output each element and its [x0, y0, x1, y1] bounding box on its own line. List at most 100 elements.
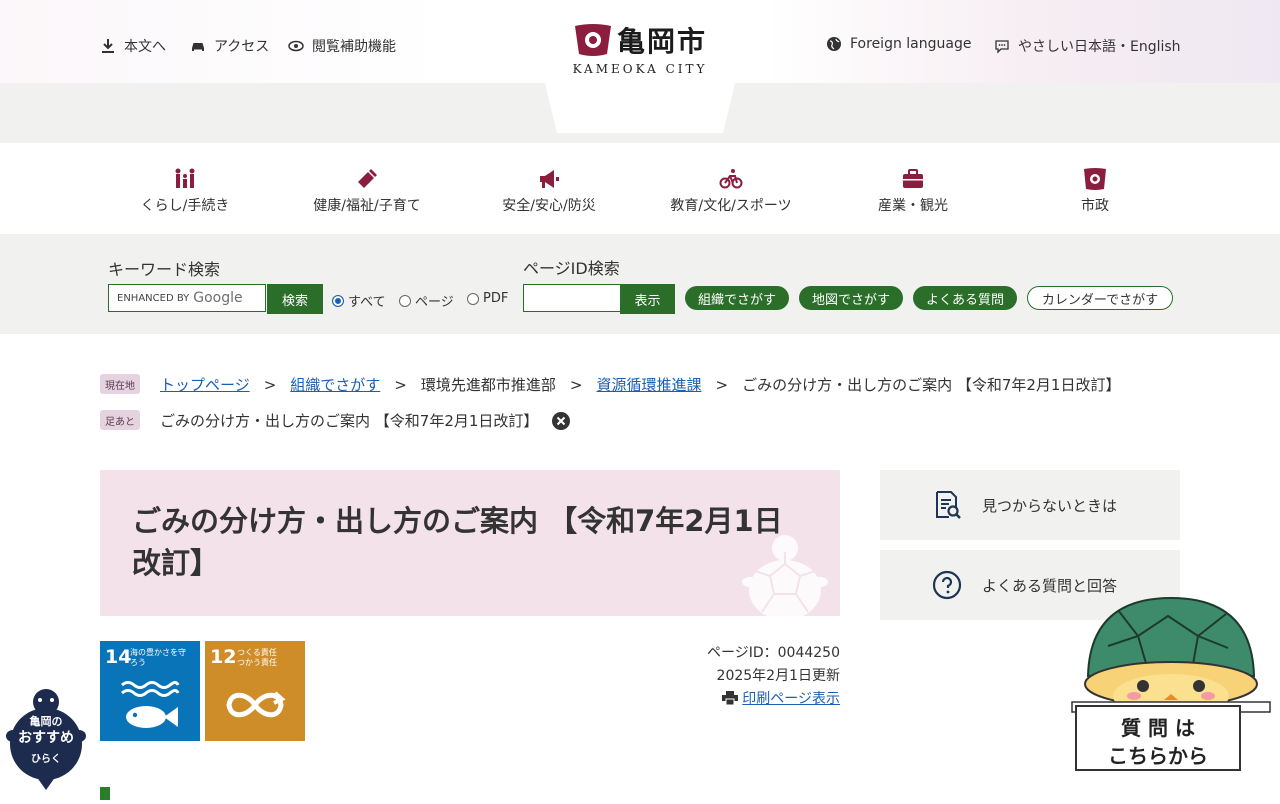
- family-icon: [175, 168, 195, 188]
- breadcrumb-separator: >: [394, 375, 407, 394]
- recommend-line2: おすすめ: [18, 730, 74, 746]
- nav-item-safety[interactable]: 安全/安心/防災: [459, 167, 639, 215]
- logo-kanji: 亀岡市: [616, 25, 707, 58]
- nav-item-education[interactable]: 教育/文化/スポーツ: [641, 167, 821, 215]
- pageid-search-label: ページID検索: [523, 259, 620, 278]
- document-search-icon: [936, 491, 961, 519]
- nav-label: 安全/安心/防災: [502, 198, 596, 214]
- radio-all[interactable]: すべて: [332, 291, 386, 310]
- page-title-box: ごみの分け方・出し方のご案内 【令和7年2月1日改訂】: [100, 470, 840, 616]
- breadcrumb-division[interactable]: 資源循環推進課: [596, 374, 701, 395]
- breadcrumb-top-page[interactable]: トップページ: [160, 374, 250, 395]
- radio-pdf[interactable]: PDF: [467, 291, 508, 306]
- breadcrumb-separator: >: [263, 375, 277, 394]
- city-emblem-icon: [574, 24, 611, 56]
- breadcrumb-department: 環境先進都市推進部: [420, 376, 556, 394]
- skip-to-content-link[interactable]: 本文へ: [100, 36, 166, 56]
- radio-page[interactable]: ページ: [399, 291, 454, 310]
- google-prefix: ENHANCED BY: [117, 292, 190, 304]
- main-nav: くらし/手続き 健康/福祉/子育て 安全/安心/防災 教育/文化/スポーツ 産業…: [0, 143, 1280, 234]
- question-line1: 質 問 は: [1121, 716, 1195, 740]
- recommend-line3: ひらく: [31, 754, 61, 765]
- pageid-input[interactable]: [523, 284, 621, 312]
- recommend-line1: 亀岡の: [29, 715, 63, 728]
- history-item: ごみの分け方・出し方のご案内 【令和7年2月1日改訂】: [160, 412, 539, 430]
- nav-label: 市政: [1081, 198, 1109, 214]
- eye-icon: [288, 40, 304, 52]
- radio-label: すべて: [348, 295, 386, 310]
- keyword-search-label: キーワード検索: [108, 260, 221, 279]
- close-icon[interactable]: [552, 411, 571, 430]
- not-found-button[interactable]: 見つからないときは: [880, 470, 1180, 540]
- sdg-14-badge: 14 海の豊かさを守ろう: [100, 641, 200, 741]
- globe-icon: [827, 37, 841, 51]
- radio-label: PDF: [483, 291, 509, 306]
- question-bubble-icon: [932, 570, 962, 600]
- breadcrumb: トップページ > 組織でさがす > 環境先進都市推進部 > 資源循環推進課 > …: [160, 374, 1120, 395]
- sdg-number: 14: [105, 646, 132, 668]
- recommend-widget[interactable]: 亀岡の おすすめ ひらく: [6, 688, 86, 790]
- sdg-12-badge: 12 つくる責任 つかう責任: [205, 641, 305, 741]
- car-icon: [192, 43, 204, 51]
- megaphone-icon: [540, 170, 559, 188]
- baby-bottle-icon: [358, 169, 377, 188]
- accessibility-link[interactable]: 閲覧補助機能: [288, 36, 396, 56]
- logo-subtitle: KAMEOKA CITY: [572, 62, 708, 76]
- faq-button[interactable]: よくある質問: [913, 286, 1017, 310]
- briefcase-icon: [903, 169, 923, 188]
- access-link[interactable]: アクセス: [190, 36, 269, 56]
- speech-bubble-icon: [995, 40, 1009, 54]
- nav-label: 産業・観光: [878, 198, 948, 214]
- printer-icon: [722, 691, 739, 705]
- search-button[interactable]: 検索: [267, 284, 323, 314]
- skip-label: 本文へ: [124, 39, 166, 55]
- current-location-tag: 現在地: [100, 374, 140, 394]
- not-found-label: 見つからないときは: [982, 496, 1118, 515]
- history-tag: 足あと: [100, 410, 140, 430]
- print-link[interactable]: 印刷ページ表示: [722, 688, 840, 708]
- question-line2: こちらから: [1108, 744, 1208, 768]
- nav-item-health[interactable]: 健康/福祉/子育て: [277, 167, 457, 215]
- nav-label: くらし/手続き: [140, 198, 230, 214]
- easy-japanese-label: やさしい日本語・English: [1018, 39, 1181, 55]
- question-widget[interactable]: 質 問 は こちらから: [1068, 596, 1274, 800]
- breadcrumb-current: ごみの分け方・出し方のご案内 【令和7年2月1日改訂】: [742, 376, 1121, 394]
- infinity-icon: [226, 691, 286, 718]
- fish-icon: [121, 681, 180, 728]
- city-emblem-icon: [1084, 168, 1106, 190]
- turtle-watermark-icon: [742, 535, 828, 616]
- history-trail: ごみの分け方・出し方のご案内 【令和7年2月1日改訂】: [160, 410, 571, 431]
- nav-item-industry[interactable]: 産業・観光: [823, 167, 1003, 215]
- search-area: キーワード検索 ENHANCED BY Google 検索 すべて ページ PD…: [0, 234, 1280, 334]
- breadcrumb-separator: >: [569, 375, 583, 394]
- section-marker: [100, 787, 110, 800]
- easy-japanese-link[interactable]: やさしい日本語・English: [994, 36, 1181, 56]
- keyword-search-input[interactable]: ENHANCED BY Google: [108, 284, 266, 312]
- city-logo[interactable]: 亀岡市 KAMEOKA CITY: [555, 20, 725, 76]
- google-text: Google: [193, 290, 243, 306]
- nav-item-city-admin[interactable]: 市政: [1005, 167, 1185, 215]
- nav-label: 教育/文化/スポーツ: [670, 198, 792, 214]
- foreign-language-label: Foreign language: [850, 36, 972, 52]
- nav-item-living[interactable]: くらし/手続き: [95, 167, 275, 215]
- radio-circle: [467, 292, 479, 305]
- sdg-number: 12: [210, 646, 237, 668]
- access-label: アクセス: [214, 39, 270, 55]
- radio-circle: [332, 294, 344, 307]
- accessibility-label: 閲覧補助機能: [312, 39, 396, 55]
- breadcrumb-separator: >: [715, 375, 729, 394]
- page-id: ページID：0044250: [707, 645, 840, 661]
- search-by-calendar-button[interactable]: カレンダーでさがす: [1027, 286, 1173, 310]
- breadcrumb-organization[interactable]: 組織でさがす: [290, 374, 380, 395]
- page-title: ごみの分け方・出し方のご案内 【令和7年2月1日改訂】: [132, 504, 783, 580]
- foreign-language-link[interactable]: Foreign language: [826, 36, 971, 52]
- nav-label: 健康/福祉/子育て: [313, 198, 421, 214]
- show-button[interactable]: 表示: [620, 284, 675, 314]
- search-by-map-button[interactable]: 地図でさがす: [799, 286, 903, 310]
- sdg-text: 海の豊かさを守ろう: [130, 648, 186, 667]
- updated-date: 2025年2月1日更新: [716, 668, 840, 684]
- bicycle-icon: [719, 169, 743, 189]
- print-link-label: 印刷ページ表示: [742, 691, 840, 707]
- download-icon: [102, 39, 114, 53]
- search-by-organization-button[interactable]: 組織でさがす: [685, 286, 789, 310]
